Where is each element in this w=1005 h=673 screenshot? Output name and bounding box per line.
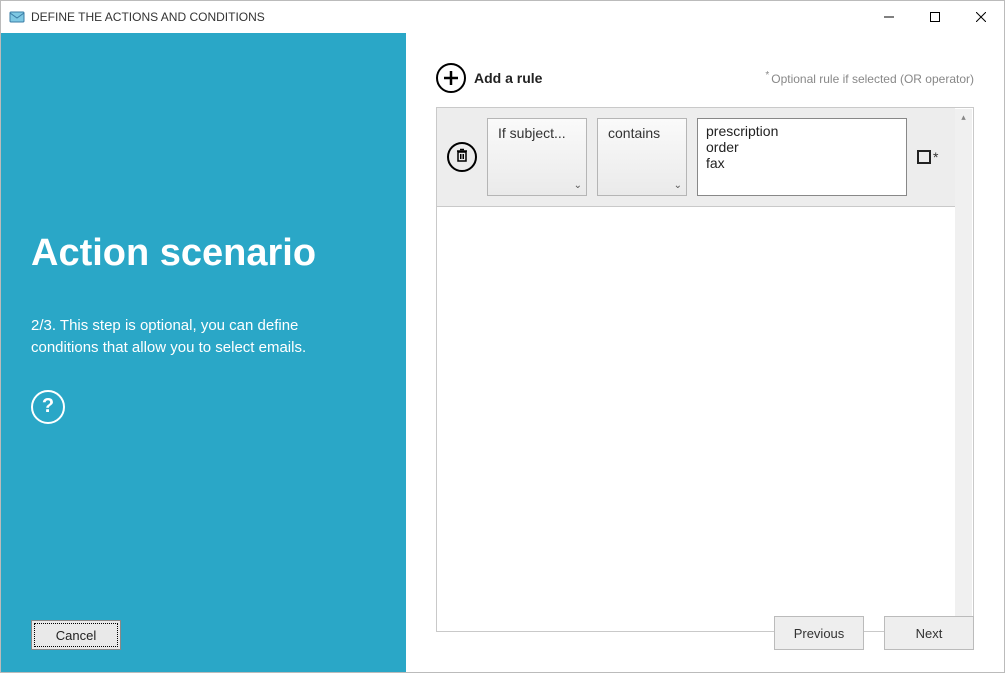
maximize-button[interactable] — [912, 1, 958, 33]
chevron-down-icon: ⌄ — [674, 180, 682, 191]
rules-panel: If subject... ⌄ contains ⌄ prescription … — [436, 107, 974, 632]
step-description: 2/3. This step is optional, you can defi… — [31, 315, 361, 360]
rule-field-dropdown[interactable]: If subject... ⌄ — [487, 118, 587, 196]
rule-optional-checkbox[interactable]: * — [917, 149, 938, 165]
sidebar: Action scenario 2/3. This step is option… — [1, 33, 406, 672]
page-title: Action scenario — [31, 233, 376, 275]
checkbox-icon — [917, 150, 931, 164]
plus-icon — [436, 63, 466, 93]
app-window: DEFINE THE ACTIONS AND CONDITIONS Action… — [0, 0, 1005, 673]
optional-hint: *Optional rule if selected (OR operator) — [765, 70, 974, 86]
previous-button[interactable]: Previous — [774, 616, 864, 650]
chevron-down-icon: ⌄ — [574, 180, 582, 191]
cancel-button[interactable]: Cancel — [31, 620, 121, 650]
add-rule-button[interactable]: Add a rule — [436, 63, 542, 93]
rule-operator-dropdown[interactable]: contains ⌄ — [597, 118, 687, 196]
rule-row: If subject... ⌄ contains ⌄ prescription … — [437, 108, 955, 207]
close-button[interactable] — [958, 1, 1004, 33]
rule-value-input[interactable]: prescription order fax — [697, 118, 907, 196]
window-controls — [866, 1, 1004, 33]
add-rule-label: Add a rule — [474, 70, 542, 86]
scroll-up-icon: ▴ — [955, 109, 972, 126]
help-icon: ? — [42, 395, 54, 418]
minimize-button[interactable] — [866, 1, 912, 33]
rule-field-value: If subject... — [498, 125, 566, 141]
delete-rule-button[interactable] — [447, 142, 477, 172]
title-bar: DEFINE THE ACTIONS AND CONDITIONS — [1, 1, 1004, 33]
scrollbar[interactable]: ▴ ▾ — [955, 109, 972, 630]
next-button[interactable]: Next — [884, 616, 974, 650]
trash-icon — [455, 148, 469, 167]
main-panel: Add a rule *Optional rule if selected (O… — [406, 33, 1004, 672]
rule-operator-value: contains — [608, 125, 660, 141]
app-icon — [9, 9, 25, 25]
help-button[interactable]: ? — [31, 390, 65, 424]
window-title: DEFINE THE ACTIONS AND CONDITIONS — [31, 10, 265, 24]
